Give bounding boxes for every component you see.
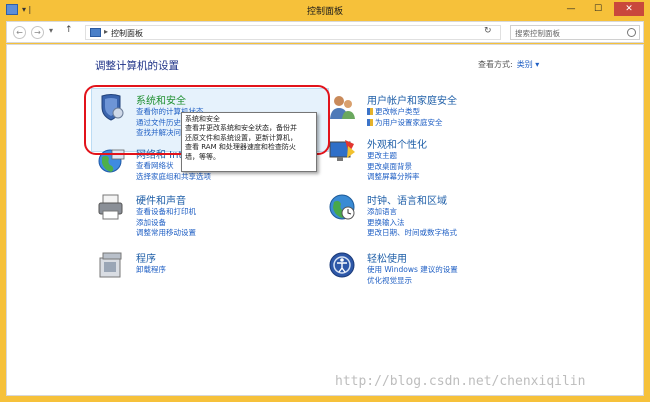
link-add-device[interactable]: 添加设备 [136,218,196,229]
maximize-button[interactable]: ☐ [586,2,610,16]
programs-icon [99,252,122,278]
link-family-safety[interactable]: 为用户设置家庭安全 [367,118,457,129]
category-title[interactable]: 用户帐户和家庭安全 [367,92,457,107]
page-heading: 调整计算机的设置 [95,60,179,72]
category-title[interactable]: 轻松使用 [367,250,458,265]
ease-of-access-icon [329,252,355,278]
tooltip-body: 查看并更改系统和安全状态，备份并 还原文件和系统设置，更新计算机， 查看 RAM… [185,124,297,161]
link-optimize-visual-display[interactable]: 优化视觉显示 [367,276,458,287]
link-mobility-settings[interactable]: 调整常用移动设置 [136,228,196,239]
category-title[interactable]: 硬件和声音 [136,192,196,207]
link-devices-printers[interactable]: 查看设备和打印机 [136,207,196,218]
refresh-button[interactable]: ↻ [484,26,492,36]
link-recommended-settings[interactable]: 使用 Windows 建议的设置 [367,265,458,276]
control-panel-folder-icon [90,28,101,37]
breadcrumb-control-panel[interactable]: 控制面板 [111,28,143,39]
appearance-icon [329,140,355,161]
link-desktop-background[interactable]: 更改桌面背景 [367,162,427,173]
window-title: 控制面板 [306,7,343,17]
view-by-control[interactable]: 查看方式: 类别 ▾ [478,59,539,70]
link-date-time-format[interactable]: 更改日期、时间或数字格式 [367,228,457,239]
user-accounts-icon [330,96,355,119]
category-title[interactable]: 时钟、语言和区域 [367,192,457,207]
recent-locations-dropdown[interactable]: ▾ [49,26,53,35]
link-homegroup-sharing[interactable]: 选择家庭组和共享选项 [136,172,211,183]
view-by-label: 查看方式: [478,60,513,69]
watermark: http://blog.csdn.net/chenxiqilin [335,374,586,389]
close-button[interactable]: ✕ [614,2,644,16]
navigation-bar: ← → ▾ ↑ ▸ 控制面板 ↻ 搜索控制面板 [6,21,644,43]
forward-button[interactable]: → [31,26,44,39]
minimize-button[interactable]: — [559,2,583,16]
link-change-account-type[interactable]: 更改帐户类型 [367,107,457,118]
tooltip: 系统和安全 查看并更改系统和安全状态，备份并 还原文件和系统设置，更新计算机， … [181,112,317,172]
category-title[interactable]: 程序 [136,250,166,265]
link-change-theme[interactable]: 更改主题 [367,151,427,162]
link-uninstall-program[interactable]: 卸载程序 [136,265,166,276]
link-screen-resolution[interactable]: 调整屏幕分辨率 [367,172,427,183]
category-title[interactable]: 外观和个性化 [367,136,427,151]
control-panel-window: ▾ | 控制面板 — ☐ ✕ ← → ▾ ↑ ▸ 控制面板 ↻ 搜索控制面板 调… [0,0,650,402]
breadcrumb-arrow-icon[interactable]: ▸ [104,27,108,36]
search-icon[interactable] [627,28,636,37]
up-button[interactable]: ↑ [65,25,73,35]
back-button[interactable]: ← [13,26,26,39]
tooltip-title: 系统和安全 [185,115,220,123]
address-bar[interactable]: ▸ 控制面板 [85,25,501,40]
clock-globe-icon [329,194,355,220]
link-add-language[interactable]: 添加语言 [367,207,457,218]
search-input[interactable]: 搜索控制面板 [510,25,640,40]
link-change-input-method[interactable]: 更换输入法 [367,218,457,229]
title-bar: ▾ | 控制面板 — ☐ ✕ [0,0,650,20]
printer-icon [98,194,123,220]
search-placeholder: 搜索控制面板 [515,29,560,38]
view-by-dropdown[interactable]: 类别 ▾ [517,60,540,69]
